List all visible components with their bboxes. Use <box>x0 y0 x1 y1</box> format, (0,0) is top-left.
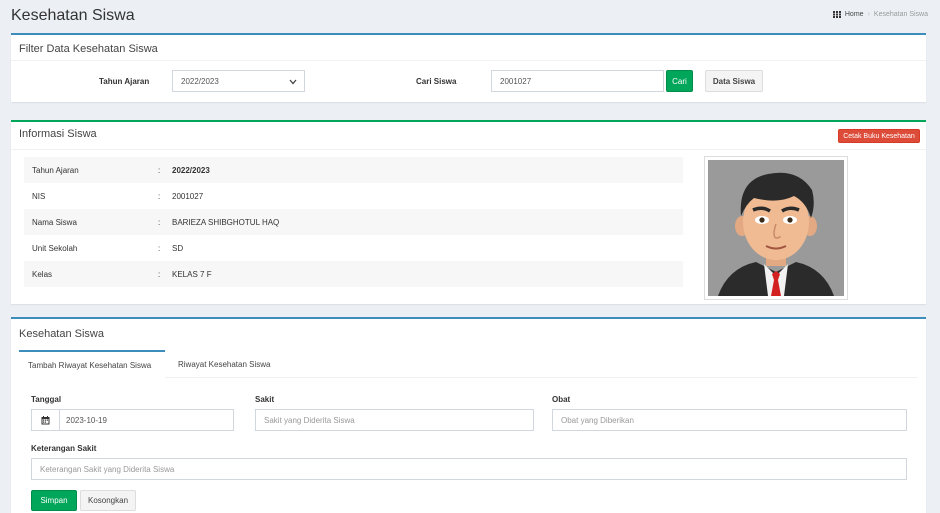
info-row-class: Kelas : KELAS 7 F <box>24 261 683 287</box>
health-panel-title: Kesehatan Siswa <box>19 328 104 340</box>
avatar-icon <box>708 160 844 296</box>
student-info-table: Tahun Ajaran : 2022/2023 NIS : 2001027 N… <box>24 157 683 287</box>
info-colon: : <box>158 243 161 253</box>
dashboard-icon <box>832 11 841 18</box>
breadcrumb-separator: › <box>867 11 870 18</box>
info-label: Unit Sekolah <box>32 243 78 253</box>
medicine-input-placeholder: Obat yang Diberikan <box>561 416 634 425</box>
date-input-value: 2023-10-19 <box>66 416 107 425</box>
clear-button[interactable]: Kosongkan <box>80 490 136 511</box>
info-label: NIS <box>32 191 46 201</box>
info-value: BARIEZA SHIBGHOTUL HAQ <box>172 217 280 227</box>
info-value: SD <box>172 243 184 253</box>
health-tabs: Tambah Riwayat Kesehatan Siswa Riwayat K… <box>19 350 918 378</box>
date-input[interactable]: 2023-10-19 <box>31 409 234 431</box>
info-row-name: Nama Siswa : BARIEZA SHIBGHOTUL HAQ <box>24 209 683 235</box>
student-info-panel: Informasi Siswa Cetak Buku Kesehatan Tah… <box>11 120 926 304</box>
info-colon: : <box>158 269 161 279</box>
note-input-placeholder: Keterangan Sakit yang Diderita Siswa <box>40 465 175 474</box>
year-select-value: 2022/2023 <box>181 77 219 86</box>
student-photo <box>704 156 848 300</box>
search-button[interactable]: Cari <box>666 70 693 92</box>
search-input-value: 2001027 <box>500 77 532 86</box>
divider <box>11 60 926 61</box>
sick-input-placeholder: Sakit yang Diderita Siswa <box>264 416 355 425</box>
page-header: Kesehatan Siswa Home › Kesehatan Siswa <box>0 0 932 32</box>
info-label: Tahun Ajaran <box>32 165 79 175</box>
info-row-year: Tahun Ajaran : 2022/2023 <box>24 157 683 183</box>
info-colon: : <box>158 217 161 227</box>
health-panel: Kesehatan Siswa Tambah Riwayat Kesehatan… <box>11 317 926 513</box>
search-input[interactable]: 2001027 <box>491 70 664 92</box>
info-row-unit: Unit Sekolah : SD <box>24 235 683 261</box>
note-label: Keterangan Sakit <box>31 444 97 453</box>
divider <box>11 149 926 150</box>
date-label: Tanggal <box>31 395 62 404</box>
info-label: Kelas <box>32 269 53 279</box>
info-colon: : <box>158 165 161 175</box>
year-label: Tahun Ajaran <box>99 77 150 86</box>
info-value: 2001027 <box>172 191 204 201</box>
info-value: KELAS 7 F <box>172 269 212 279</box>
breadcrumb: Home › Kesehatan Siswa <box>832 11 928 18</box>
student-data-button[interactable]: Data Siswa <box>705 70 763 92</box>
chevron-down-icon <box>289 78 297 87</box>
note-input[interactable]: Keterangan Sakit yang Diderita Siswa <box>31 458 907 480</box>
sick-label: Sakit <box>255 395 275 404</box>
info-row-nis: NIS : 2001027 <box>24 183 683 209</box>
sick-input[interactable]: Sakit yang Diderita Siswa <box>255 409 534 431</box>
search-label: Cari Siswa <box>416 77 457 86</box>
tab-add-history[interactable]: Tambah Riwayat Kesehatan Siswa <box>19 350 165 378</box>
page-title: Kesehatan Siswa <box>11 7 135 24</box>
print-health-book-button[interactable]: Cetak Buku Kesehatan <box>838 129 920 143</box>
filter-panel-title: Filter Data Kesehatan Siswa <box>19 43 158 55</box>
breadcrumb-current: Kesehatan Siswa <box>873 11 928 18</box>
medicine-input[interactable]: Obat yang Diberikan <box>552 409 907 431</box>
calendar-icon <box>32 410 60 430</box>
info-label: Nama Siswa <box>32 217 77 227</box>
filter-panel: Filter Data Kesehatan Siswa Tahun Ajaran… <box>11 33 926 102</box>
info-colon: : <box>158 191 161 201</box>
year-select[interactable]: 2022/2023 <box>172 70 305 92</box>
student-info-title: Informasi Siswa <box>19 128 97 140</box>
save-button[interactable]: Simpan <box>31 490 77 511</box>
medicine-label: Obat <box>552 395 571 404</box>
tab-history[interactable]: Riwayat Kesehatan Siswa <box>169 350 280 378</box>
info-value: 2022/2023 <box>172 165 210 175</box>
breadcrumb-home-link[interactable]: Home <box>845 11 864 18</box>
